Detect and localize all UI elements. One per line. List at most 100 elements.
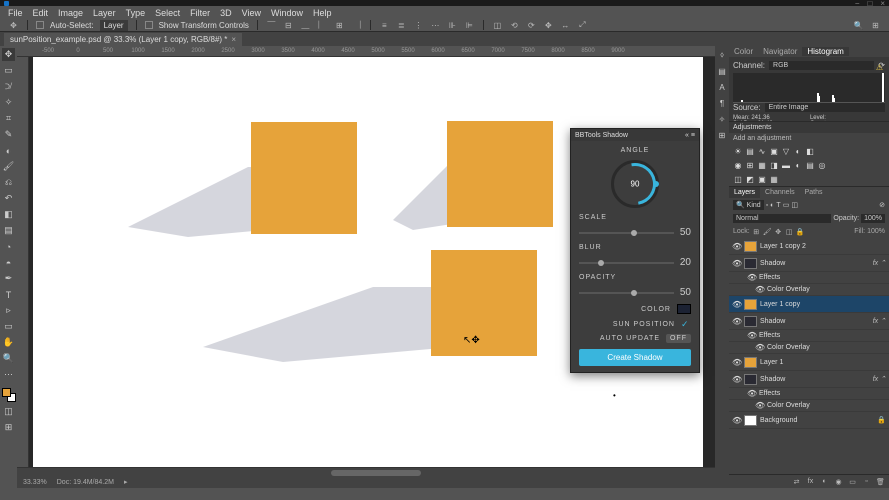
menu-type[interactable]: Type [126,8,146,18]
adj-mixer-icon[interactable]: ⊞ [745,160,755,170]
layer-fx-badge[interactable]: fx ⌃ [873,375,886,383]
layer-name[interactable]: Layer 1 [760,359,783,366]
menu-filter[interactable]: Filter [190,8,210,18]
layer-thumbnail[interactable] [744,316,757,327]
opacity-slider[interactable] [579,292,674,294]
layer-row[interactable]: 👁 Layer 1 copy [729,296,889,313]
layer-effect-row[interactable]: 👁Color Overlay [729,400,889,412]
menu-3d[interactable]: 3D [220,8,232,18]
adj-selective-icon[interactable]: ◎ [817,160,827,170]
healing-tool[interactable]: ◐ [2,144,15,157]
source-dropdown[interactable]: Entire Image [765,103,885,112]
visibility-icon[interactable]: 👁 [732,416,741,425]
color-swatches[interactable] [2,388,16,402]
screenmode-tool[interactable]: ⊞ [2,421,15,434]
3d-pan-icon[interactable]: ✥ [543,20,554,31]
menu-layer[interactable]: Layer [93,8,116,18]
layer-name[interactable]: Shadow [760,376,785,383]
visibility-icon[interactable]: 👁 [732,375,741,384]
menu-help[interactable]: Help [313,8,332,18]
auto-select-checkbox[interactable] [36,21,44,29]
maximize-icon[interactable]: □ [867,0,872,8]
distribute-5-icon[interactable]: ⊪ [447,20,458,31]
lock-position-icon[interactable]: ✥ [774,227,783,236]
stamp-tool[interactable]: ⎌ [2,176,15,189]
align-bottom-icon[interactable]: ⎽ [300,20,311,31]
blend-mode-dropdown[interactable]: Normal [733,214,831,223]
link-layers-icon[interactable]: ⇄ [792,477,801,486]
layer-thumbnail[interactable] [744,415,757,426]
workspace-icon[interactable]: ⊞ [870,20,881,31]
panel-icon-2[interactable]: ▤ [717,66,727,76]
menu-file[interactable]: File [8,8,23,18]
layer-thumbnail[interactable] [744,258,757,269]
menu-edit[interactable]: Edit [33,8,49,18]
align-right-icon[interactable]: ⎹ [351,20,362,31]
move-tool-icon[interactable]: ✥ [8,20,19,31]
square-3[interactable] [431,250,537,356]
filter-pixel-icon[interactable]: ▫ [766,202,768,209]
layer-row[interactable]: 👁 Shadow fx ⌃ [729,371,889,388]
tab-navigator[interactable]: Navigator [758,47,802,56]
angle-handle[interactable] [653,181,659,187]
adj-poster-icon[interactable]: ▬ [781,160,791,170]
marquee-tool[interactable]: ▭ [2,64,15,77]
zoom-level[interactable]: 33.33% [23,479,47,486]
menu-window[interactable]: Window [271,8,303,18]
layer-name[interactable]: Layer 1 copy [760,301,800,308]
scrollbar-thumb[interactable] [331,470,421,476]
fg-color-swatch[interactable] [2,388,11,397]
filter-smart-icon[interactable]: ◫ [791,201,798,209]
type-tool[interactable]: T [2,288,15,301]
window-controls[interactable]: − □ × [855,0,885,8]
create-shadow-button[interactable]: Create Shadow [579,349,691,366]
layer-row[interactable]: 👁Layer 1 copy 2 [729,238,889,255]
auto-select-dropdown[interactable]: Layer [100,20,128,31]
adj-layer-icon[interactable]: ◉ [834,477,843,486]
path-tool[interactable]: ▹ [2,304,15,317]
lock-artboard-icon[interactable]: ◫ [785,227,794,236]
eyedropper-tool[interactable]: ✎ [2,128,15,141]
adj-hue-icon[interactable]: ◐ [793,146,803,156]
visibility-icon[interactable]: 👁 [747,331,756,340]
gradient-tool[interactable]: ▤ [2,224,15,237]
panel-icon-1[interactable]: ⬨ [717,50,727,60]
filter-adjust-icon[interactable]: ◐ [770,202,774,209]
filter-shape-icon[interactable]: ▭ [783,201,790,209]
tab-layers[interactable]: Layers [729,187,760,198]
layer-fx-icon[interactable]: fx [806,477,815,486]
visibility-icon[interactable]: 👁 [732,300,741,309]
new-layer-icon[interactable]: ▫ [862,477,871,486]
color-swatch[interactable] [677,304,691,314]
history-brush-tool[interactable]: ↶ [2,192,15,205]
plugin-menu-icon[interactable]: ≡ [691,132,695,139]
layer-row[interactable]: 👁Layer 1 [729,354,889,371]
adj-extra4-icon[interactable]: ▦ [769,174,779,184]
minimize-icon[interactable]: − [855,0,860,8]
layer-effect-row[interactable]: 👁Effects [729,388,889,400]
layer-name[interactable]: Background [760,417,797,424]
layer-name[interactable]: Shadow [760,260,785,267]
close-icon[interactable]: × [880,0,885,8]
lock-transparent-icon[interactable]: ⊞ [752,227,761,236]
3d-rotate-icon[interactable]: ⟲ [509,20,520,31]
layer-thumbnail[interactable] [744,241,757,252]
pen-tool[interactable]: ✒ [2,272,15,285]
adj-curves-icon[interactable]: ∿ [757,146,767,156]
dodge-tool[interactable]: ◓ [2,256,15,269]
visibility-icon[interactable]: 👁 [732,317,741,326]
quick-select-tool[interactable]: ✧ [2,96,15,109]
panel-icon-3[interactable]: A [717,82,727,92]
adj-threshold-icon[interactable]: ◐ [793,160,803,170]
visibility-icon[interactable]: 👁 [755,401,764,410]
cache-warning-icon[interactable]: ⚠ [876,63,883,72]
align-top-icon[interactable]: ⎺ [266,20,277,31]
adj-extra1-icon[interactable]: ◫ [733,174,743,184]
eraser-tool[interactable]: ◧ [2,208,15,221]
distribute-6-icon[interactable]: ⊫ [464,20,475,31]
panel-icon-5[interactable]: ✧ [717,114,727,124]
bbtools-shadow-panel[interactable]: BBTools Shadow « ≡ ANGLE 90 SCALE 50 BLU… [570,128,700,373]
opacity-value[interactable]: 100% [861,214,885,223]
crop-tool[interactable]: ⌗ [2,112,15,125]
filter-kind-dropdown[interactable]: 🔍 Kind [733,200,764,210]
